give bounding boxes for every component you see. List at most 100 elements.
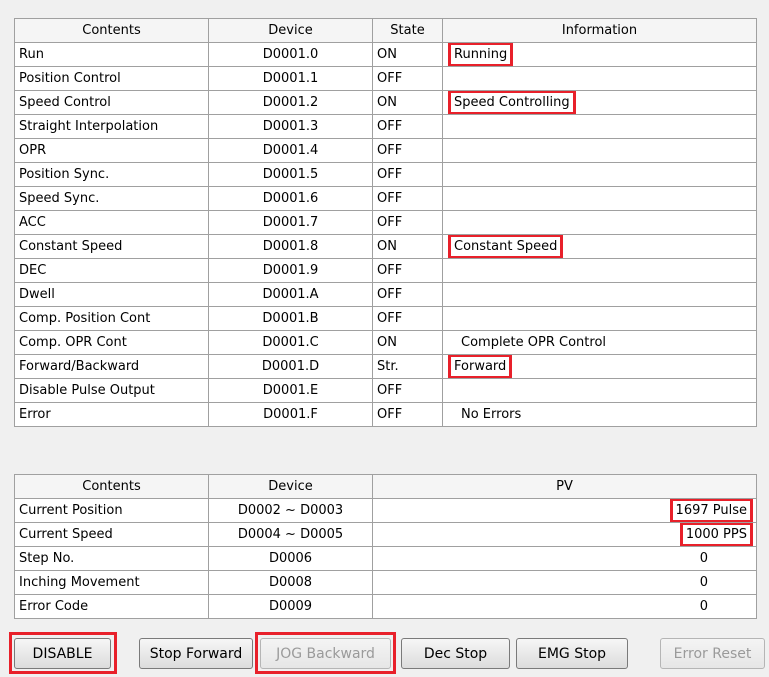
cell-contents: Error Code	[14, 594, 209, 619]
cell-pv: 1697 Pulse	[372, 498, 757, 523]
cell-state-text: OFF	[377, 311, 403, 326]
cell-device-text: D0001.1	[262, 71, 319, 86]
cell-device-text: D0001.C	[262, 335, 319, 350]
cell-contents-text: Speed Sync.	[19, 191, 100, 206]
cell-contents-text: Dwell	[19, 287, 55, 302]
cell-device: D0001.A	[208, 282, 373, 307]
cell-contents: Run	[14, 42, 209, 67]
status-row: Comp. Position Cont D0001.B OFF	[14, 306, 757, 331]
cell-information	[442, 114, 757, 139]
pv-row: Step No. D0006 0	[14, 546, 757, 571]
cell-contents-text: Comp. Position Cont	[19, 311, 151, 326]
status-row: Speed Control D0001.2 ON Speed Controlling	[14, 90, 757, 115]
cell-contents: Position Control	[14, 66, 209, 91]
cell-contents: Current Position	[14, 498, 209, 523]
cell-device-text: D0001.9	[262, 263, 319, 278]
cell-device: D0002 ~ D0003	[208, 498, 373, 523]
cell-contents-text: Constant Speed	[19, 239, 123, 254]
cell-information-text: Constant Speed	[447, 235, 564, 258]
cell-contents: DEC	[14, 258, 209, 283]
pv-value: 1697 Pulse	[669, 499, 754, 522]
cell-contents-text: Position Sync.	[19, 167, 110, 182]
status-row: Disable Pulse Output D0001.E OFF	[14, 378, 757, 403]
cell-state: OFF	[372, 66, 443, 91]
cell-device-text: D0001.7	[262, 215, 319, 230]
cell-contents: Comp. OPR Cont	[14, 330, 209, 355]
cell-information	[442, 66, 757, 91]
pv-header-row: Contents Device PV	[14, 474, 757, 499]
status-table: Contents Device State Information Run D00…	[14, 18, 757, 427]
cell-information: No Errors	[442, 402, 757, 427]
cell-device: D0001.1	[208, 66, 373, 91]
cell-information-text: Speed Controlling	[448, 91, 576, 114]
cell-device: D0009	[208, 594, 373, 619]
status-row: Dwell D0001.A OFF	[14, 282, 757, 307]
cell-device-text: D0001.D	[261, 359, 320, 374]
cell-device: D0001.9	[208, 258, 373, 283]
cell-state: OFF	[372, 282, 443, 307]
disable-button[interactable]: DISABLE	[14, 638, 111, 669]
cell-state: OFF	[372, 378, 443, 403]
cell-device: D0001.C	[208, 330, 373, 355]
cell-pv: 0	[372, 546, 757, 571]
cell-device-text: D0001.4	[262, 143, 319, 158]
cell-contents: Position Sync.	[14, 162, 209, 187]
pv-row: Current Speed D0004 ~ D0005 1000 PPS	[14, 522, 757, 547]
cell-device: D0001.B	[208, 306, 373, 331]
status-row: Position Control D0001.1 OFF	[14, 66, 757, 91]
cell-state: OFF	[372, 306, 443, 331]
status-row: DEC D0001.9 OFF	[14, 258, 757, 283]
cell-device: D0001.7	[208, 210, 373, 235]
cell-state-text: ON	[377, 239, 397, 254]
cell-contents-text: Position Control	[19, 71, 121, 86]
cell-contents-text: OPR	[19, 143, 47, 158]
cell-information	[442, 258, 757, 283]
cell-device-text: D0001.0	[262, 47, 319, 62]
cell-contents: Error	[14, 402, 209, 427]
cell-contents-text: Speed Control	[19, 95, 111, 110]
cell-device: D0004 ~ D0005	[208, 522, 373, 547]
cell-contents: Dwell	[14, 282, 209, 307]
cell-information	[442, 210, 757, 235]
stop-forward-button[interactable]: Stop Forward	[139, 638, 253, 669]
cell-device-text: D0001.2	[262, 95, 319, 110]
status-row: ACC D0001.7 OFF	[14, 210, 757, 235]
pv-value: 1000 PPS	[679, 523, 754, 546]
header-contents: Contents	[14, 474, 209, 499]
pv-value: 0	[699, 551, 708, 566]
cell-state: Str.	[372, 354, 443, 379]
cell-contents: OPR	[14, 138, 209, 163]
cell-device: D0001.5	[208, 162, 373, 187]
cell-state-text: ON	[377, 47, 397, 62]
cell-device-text: D0001.A	[262, 287, 319, 302]
cell-information-text: Running	[447, 43, 514, 66]
cell-information: Complete OPR Control	[442, 330, 757, 355]
header-contents: Contents	[14, 18, 209, 43]
cell-state: ON	[372, 330, 443, 355]
status-row: Run D0001.0 ON Running	[14, 42, 757, 67]
cell-contents: Speed Sync.	[14, 186, 209, 211]
cell-state: OFF	[372, 138, 443, 163]
cell-information	[442, 306, 757, 331]
cell-state-text: OFF	[377, 383, 403, 398]
status-row: Constant Speed D0001.8 ON Constant Speed	[14, 234, 757, 259]
cell-device: D0001.D	[208, 354, 373, 379]
cell-information: Speed Controlling	[442, 90, 757, 115]
error-reset-button[interactable]: Error Reset	[660, 638, 765, 669]
cell-device: D0008	[208, 570, 373, 595]
status-row: Comp. OPR Cont D0001.C ON Complete OPR Cont…	[14, 330, 757, 355]
jog-backward-button[interactable]: JOG Backward	[260, 638, 391, 669]
cell-information	[442, 162, 757, 187]
status-row: Speed Sync. D0001.6 OFF	[14, 186, 757, 211]
cell-state-text: OFF	[377, 119, 403, 134]
cell-device: D0001.8	[208, 234, 373, 259]
cell-contents-text: Straight Interpolation	[19, 119, 159, 134]
pv-row: Error Code D0009 0	[14, 594, 757, 619]
cell-contents: Comp. Position Cont	[14, 306, 209, 331]
cell-state-text: OFF	[377, 167, 403, 182]
emg-stop-button[interactable]: EMG Stop	[516, 638, 628, 669]
dec-stop-button[interactable]: Dec Stop	[401, 638, 510, 669]
header-pv: PV	[372, 474, 757, 499]
cell-state-text: OFF	[377, 407, 403, 422]
cell-state-text: ON	[377, 95, 397, 110]
